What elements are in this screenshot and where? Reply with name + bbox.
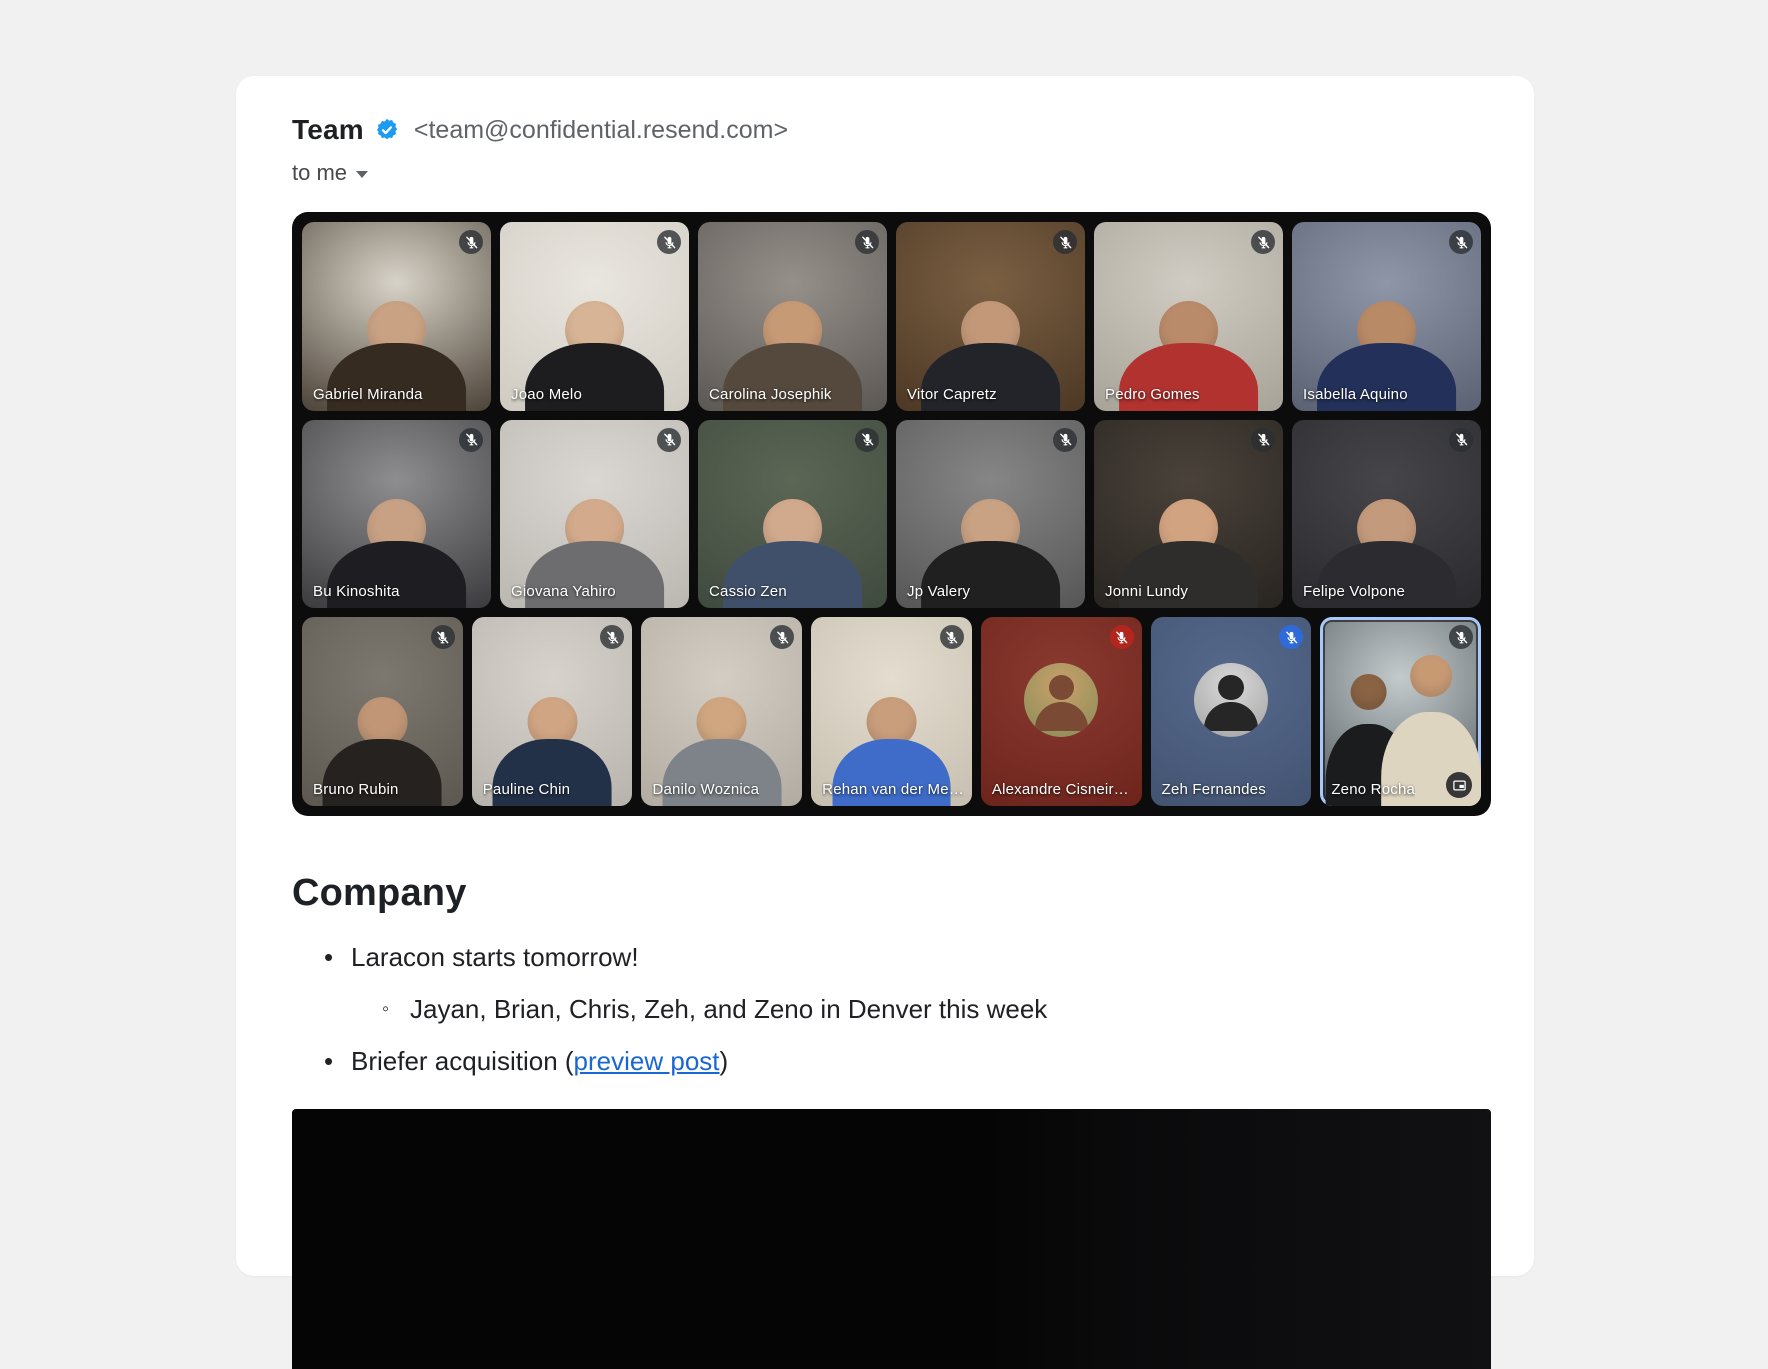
participant-name: Bu Kinoshita [313,583,400,600]
participant-tile: Joao Melo [500,222,689,411]
participant-name: Joao Melo [511,386,582,403]
meet-row: Gabriel Miranda Joao Melo Carolina Josep… [302,222,1481,411]
mic-muted-icon [459,428,483,452]
participant-tile: Isabella Aquino [1292,222,1481,411]
briefer-preview-image [292,1109,1491,1369]
mic-muted-icon [855,230,879,254]
mic-muted-icon [770,625,794,649]
bullet-item: • Briefer acquisition (preview post) [292,1035,1490,1087]
mic-muted-icon [1053,428,1077,452]
mic-muted-icon [1110,625,1134,649]
participant-name: Pauline Chin [483,781,570,798]
avatar [1194,663,1268,737]
participant-name: Zeno Rocha [1331,781,1415,798]
mic-muted-icon [459,230,483,254]
participant-name: Vitor Capretz [907,386,997,403]
participant-tile: Felipe Volpone [1292,420,1481,609]
participant-tile: Jonni Lundy [1094,420,1283,609]
participant-tile: Pauline Chin [472,617,633,806]
bullet-text: ) [720,1046,729,1076]
participant-tile: Pedro Gomes [1094,222,1283,411]
meet-row: Bu Kinoshita Giovana Yahiro Cassio Zen [302,420,1481,609]
hollow-bullet-marker: ◦ [382,983,389,1035]
sender-email: <team@confidential.resend.com> [414,116,788,145]
preview-post-link[interactable]: preview post [574,1046,720,1076]
verified-badge-icon [374,117,400,143]
mic-muted-icon [1279,625,1303,649]
bullet-marker: • [324,931,333,983]
email-card: Team <team@confidential.resend.com> to m… [236,76,1534,1276]
participant-name: Danilo Woznica [652,781,759,798]
meet-row: Bruno Rubin Pauline Chin Danilo Woznica [302,617,1481,806]
mic-muted-icon [1251,230,1275,254]
participant-name: Rehan van der Me… [822,781,964,798]
sender-name: Team [292,114,364,146]
participant-tile: Alexandre Cisneir… [981,617,1142,806]
participant-tile: Rehan van der Me… [811,617,972,806]
mic-muted-icon [1449,230,1473,254]
participant-tile: Vitor Capretz [896,222,1085,411]
participant-name: Isabella Aquino [1303,386,1408,403]
bullet-text: Briefer acquisition ( [351,1046,574,1076]
section-heading-company: Company [292,872,1490,915]
participant-name: Jonni Lundy [1105,583,1188,600]
mic-muted-icon [657,428,681,452]
participant-tile: Gabriel Miranda [302,222,491,411]
recipient-label: to me [292,160,347,186]
chevron-down-icon [356,171,368,178]
participant-name: Jp Valery [907,583,970,600]
mic-muted-icon [600,625,624,649]
participant-name: Zeh Fernandes [1162,781,1266,798]
participant-tile: Zeno Rocha [1320,617,1481,806]
participant-tile: Zeh Fernandes [1151,617,1312,806]
participant-name: Pedro Gomes [1105,386,1200,403]
bullet-text: Jayan, Brian, Chris, Zeh, and Zeno in De… [410,994,1047,1024]
team-call-image: Gabriel Miranda Joao Melo Carolina Josep… [292,212,1491,816]
mic-muted-icon [431,625,455,649]
mic-muted-icon [657,230,681,254]
recipient-dropdown[interactable]: to me [292,160,368,186]
participant-tile: Bu Kinoshita [302,420,491,609]
mic-muted-icon [940,625,964,649]
avatar [1024,663,1098,737]
participant-name: Gabriel Miranda [313,386,423,403]
mic-muted-icon [1449,428,1473,452]
bullet-item: • Laracon starts tomorrow! [292,931,1490,983]
bullet-marker: • [324,1035,333,1087]
pip-icon [1446,772,1472,798]
mic-muted-icon [1251,428,1275,452]
participant-name: Giovana Yahiro [511,583,616,600]
participant-tile: Jp Valery [896,420,1085,609]
participant-tile: Cassio Zen [698,420,887,609]
participant-name: Carolina Josephik [709,386,832,403]
email-header: Team <team@confidential.resend.com> [292,114,1490,146]
bullet-item: ◦ Jayan, Brian, Chris, Zeh, and Zeno in D… [292,983,1490,1035]
mic-muted-icon [1449,625,1473,649]
mic-muted-icon [1053,230,1077,254]
participant-tile: Giovana Yahiro [500,420,689,609]
participant-name: Felipe Volpone [1303,583,1405,600]
bullet-text: Laracon starts tomorrow! [351,942,639,972]
participant-name: Bruno Rubin [313,781,399,798]
company-bullet-list: • Laracon starts tomorrow! ◦ Jayan, Brian, … [292,931,1490,1087]
participant-name: Cassio Zen [709,583,787,600]
mic-muted-icon [855,428,879,452]
participant-name: Alexandre Cisneir… [992,781,1129,798]
participant-tile: Danilo Woznica [641,617,802,806]
participant-tile: Carolina Josephik [698,222,887,411]
participant-tile: Bruno Rubin [302,617,463,806]
